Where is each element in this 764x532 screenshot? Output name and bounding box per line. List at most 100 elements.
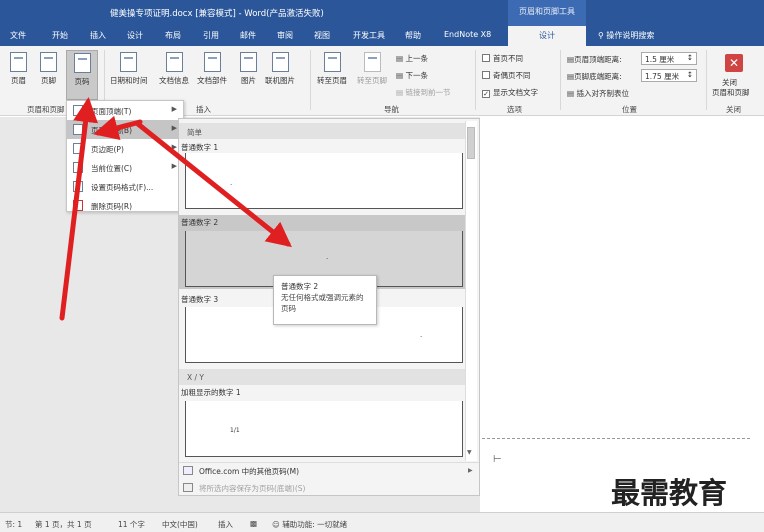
menu-item-format-page-numbers[interactable]: 设置页码格式(F)... (67, 177, 183, 196)
format-page-numbers-icon (73, 181, 83, 192)
tab-help[interactable]: 帮助 (405, 30, 421, 41)
accessibility-icon: ☺ (272, 520, 283, 529)
different-first-page-checkbox[interactable]: 首页不同 (482, 53, 523, 64)
picture-button-label: 图片 (241, 76, 256, 85)
docinfo-icon (165, 52, 183, 72)
goto-footer-button[interactable]: 转至页脚 (357, 52, 387, 86)
datetime-button-label: 日期和时间 (110, 76, 148, 85)
tab-hf-design[interactable]: 设计 (508, 26, 586, 46)
header-top-value: 1.5 厘米 (645, 55, 675, 64)
header-top-label-text: 页眉顶端距离: (574, 55, 622, 64)
tab-file[interactable]: 文件 (10, 30, 26, 41)
gallery-section-simple: 简单 (179, 123, 465, 139)
header-top-distance-input[interactable]: 1.5 厘米 ↕ (641, 52, 697, 65)
menu-item-label: 页面顶端(T) (91, 107, 132, 116)
header-icon (10, 52, 27, 72)
group-separator (706, 50, 707, 110)
menu-item-page-margins[interactable]: 页边距(P) ▶ (67, 139, 183, 158)
tab-developer[interactable]: 开发工具 (353, 30, 385, 41)
gallery-scrollbar[interactable] (465, 121, 477, 461)
tab-design-doc[interactable]: 设计 (127, 30, 143, 41)
page-margins-icon (73, 143, 83, 154)
tab-endnote[interactable]: EndNote X8 (444, 30, 491, 39)
show-document-text-checkbox[interactable]: ✓ 显示文档文字 (482, 87, 538, 98)
gallery-scroll-thumb[interactable] (467, 127, 475, 159)
gallery-section-xy: X / Y (179, 369, 465, 385)
macro-icon[interactable]: ▩ (250, 519, 257, 528)
page-top-icon (73, 105, 83, 116)
tab-view[interactable]: 视图 (314, 30, 330, 41)
save-selection-label: 将所选内容保存为页码(底端)(S) (199, 484, 306, 493)
tab-mailings[interactable]: 邮件 (240, 30, 256, 41)
insert-align-tab-label: 插入对齐制表位 (576, 89, 629, 98)
menu-item-current-position[interactable]: 当前位置(C) ▶ (67, 158, 183, 177)
datetime-button[interactable]: 日期和时间 (110, 52, 148, 86)
menu-item-bottom-of-page[interactable]: 页面底端(B) ▶ (67, 120, 183, 139)
group-label-position: 位置 (622, 105, 637, 114)
goto-footer-icon (363, 52, 381, 72)
scroll-down-icon[interactable]: ▼ (467, 449, 472, 456)
goto-header-label: 转至页眉 (317, 76, 347, 85)
previous-button[interactable]: ▤ 上一条 (396, 53, 428, 64)
close-icon[interactable]: ✕ (725, 54, 743, 72)
status-word-count[interactable]: 11 个字 (118, 519, 145, 530)
save-selection-button[interactable]: 将所选内容保存为页码(底端)(S) (183, 483, 305, 494)
header-button[interactable]: 页眉 (10, 52, 27, 86)
tab-home[interactable]: 开始 (52, 30, 68, 41)
footer-button[interactable]: 页脚 (40, 52, 57, 86)
checkbox-checked-icon: ✓ (482, 90, 490, 98)
group-separator (560, 50, 561, 110)
goto-header-button[interactable]: 转至页眉 (317, 52, 347, 86)
show-document-text-label: 显示文档文字 (493, 88, 538, 97)
tab-review[interactable]: 审阅 (277, 30, 293, 41)
goto-footer-label: 转至页脚 (357, 76, 387, 85)
header-top-distance-label: ▤页眉顶端距离: (567, 54, 622, 65)
submenu-arrow-icon: ▶ (171, 124, 177, 132)
menu-item-label: 删除页码(R) (91, 202, 133, 211)
close-label-1: 关闭 (722, 78, 737, 87)
link-previous-button[interactable]: ▤ 链接到前一节 (396, 87, 450, 98)
status-page[interactable]: 第 1 页，共 1 页 (35, 519, 92, 530)
menu-item-top-of-page[interactable]: 页面顶端(T) ▶ (67, 101, 183, 120)
page-bottom-icon (73, 124, 83, 135)
next-button[interactable]: ▤ 下一条 (396, 70, 428, 81)
footer-bottom-distance-input[interactable]: 1.75 厘米 ↕ (641, 69, 697, 82)
status-section: 节: 1 (5, 520, 23, 529)
current-position-icon (73, 162, 83, 173)
insert-align-tab-button[interactable]: ▤ 插入对齐制表位 (567, 88, 629, 99)
tab-references[interactable]: 引用 (203, 30, 219, 41)
close-hf-button-line2[interactable]: 页眉和页脚 (712, 87, 750, 98)
docparts-button[interactable]: 文档部件 (197, 52, 227, 86)
checkbox-unchecked-icon (482, 71, 490, 79)
status-language[interactable]: 中文(中国) (162, 519, 198, 530)
accessibility-status[interactable]: ☺ 辅助功能: 一切就绪 (272, 519, 347, 530)
group-label-nav: 导航 (384, 105, 399, 114)
gallery-item-bold-number-1[interactable]: 1/1 (185, 401, 463, 457)
picture-button[interactable]: 图片 (240, 52, 257, 86)
gallery-item-plain-number-1[interactable]: . (185, 153, 463, 209)
next-label: 下一条 (405, 71, 428, 80)
tab-insert[interactable]: 插入 (90, 30, 106, 41)
menu-item-remove-page-numbers[interactable]: 删除页码(R) (67, 196, 183, 215)
submenu-arrow-icon: ▶ (171, 105, 177, 113)
different-odd-even-checkbox[interactable]: 奇偶页不同 (482, 70, 531, 81)
spinner-icon[interactable]: ↕ (687, 70, 693, 79)
more-page-numbers-button[interactable]: Office.com 中的其他页码(M) (183, 466, 299, 477)
watermark-logo: 最需教育 (611, 476, 728, 510)
calendar-icon (120, 52, 138, 72)
document-page[interactable] (480, 117, 764, 512)
preview-page-number: . (230, 179, 233, 187)
spinner-icon[interactable]: ↕ (687, 53, 693, 62)
footer-bottom-label-text: 页脚底端距离: (574, 72, 622, 81)
tab-layout[interactable]: 布局 (165, 30, 181, 41)
help-search[interactable]: ⚲ 操作说明搜索 (598, 30, 654, 41)
ribbon-tab-bar: 文件 开始 插入 设计 布局 引用 邮件 审阅 视图 开发工具 帮助 EndNo… (0, 26, 764, 46)
page-number-button[interactable]: 页码 (66, 50, 98, 100)
status-mode[interactable]: 插入 (218, 519, 233, 530)
online-picture-icon (271, 52, 289, 72)
save-selection-icon (183, 483, 193, 492)
gallery-divider (179, 462, 479, 463)
gallery-item-label: 普通数字 1 (181, 143, 219, 152)
online-picture-button[interactable]: 联机图片 (265, 52, 295, 86)
docinfo-button[interactable]: 文档信息 (159, 52, 189, 86)
